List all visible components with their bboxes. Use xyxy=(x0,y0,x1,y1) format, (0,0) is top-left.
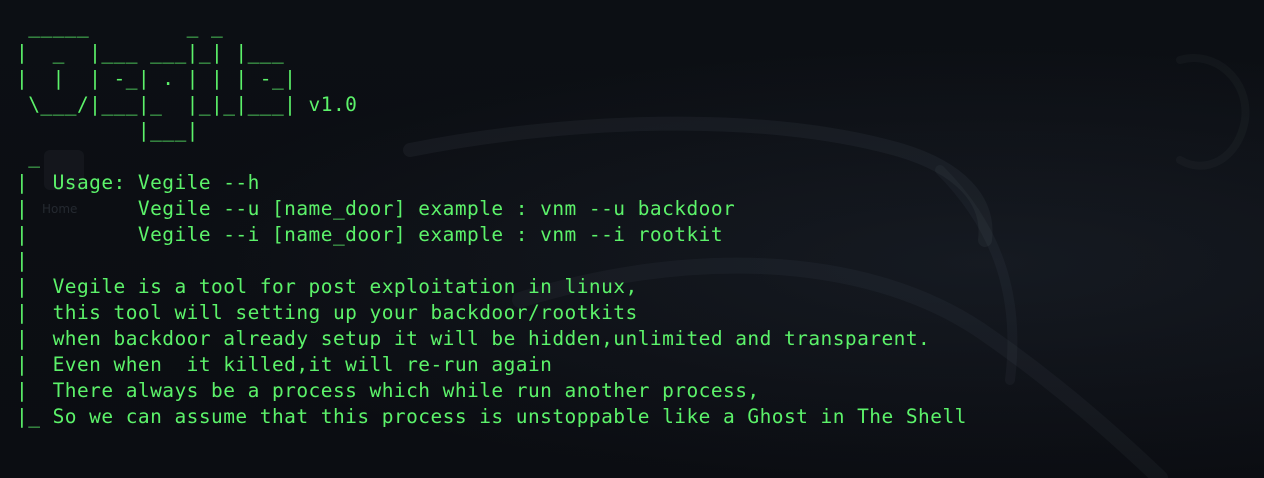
banner-line-1: _____ _ _ xyxy=(16,15,224,38)
description-line-1: | Vegile is a tool for post exploitation… xyxy=(16,275,638,298)
banner-line-2: | _ |___ ___|_| |___ xyxy=(16,41,285,64)
banner-line-3: | | | -_| . | | | -_| xyxy=(16,67,297,90)
terminal-window[interactable]: Home _____ _ _ | _ |___ ___|_| |___ | | | … xyxy=(0,0,1264,478)
usage-line-3: | Vegile --u [name_door] example : vnm -… xyxy=(16,197,736,220)
usage-line-5: | xyxy=(16,249,29,272)
description-line-2: | this tool will setting up your backdoo… xyxy=(16,301,638,324)
description-line-3: | when backdoor already setup it will be… xyxy=(16,327,931,350)
description-line-6: |_ So we can assume that this process is… xyxy=(16,405,967,428)
wallpaper-dragon-head xyxy=(1176,54,1250,170)
usage-line-2: | Usage: Vegile --h xyxy=(16,171,260,194)
terminal-output: _____ _ _ | _ |___ ___|_| |___ | | | -_| .… xyxy=(16,14,967,430)
description-line-5: | There always be a process which while … xyxy=(16,379,760,402)
banner-line-5: |___| xyxy=(16,119,199,142)
usage-line-1: _ xyxy=(16,145,41,168)
usage-line-4: | Vegile --i [name_door] example : vnm -… xyxy=(16,223,724,246)
description-line-4: | Even when it killed,it will re-run aga… xyxy=(16,353,553,376)
banner-line-4: \___/|___|_ |_|_|___| v1.0 xyxy=(16,93,358,116)
